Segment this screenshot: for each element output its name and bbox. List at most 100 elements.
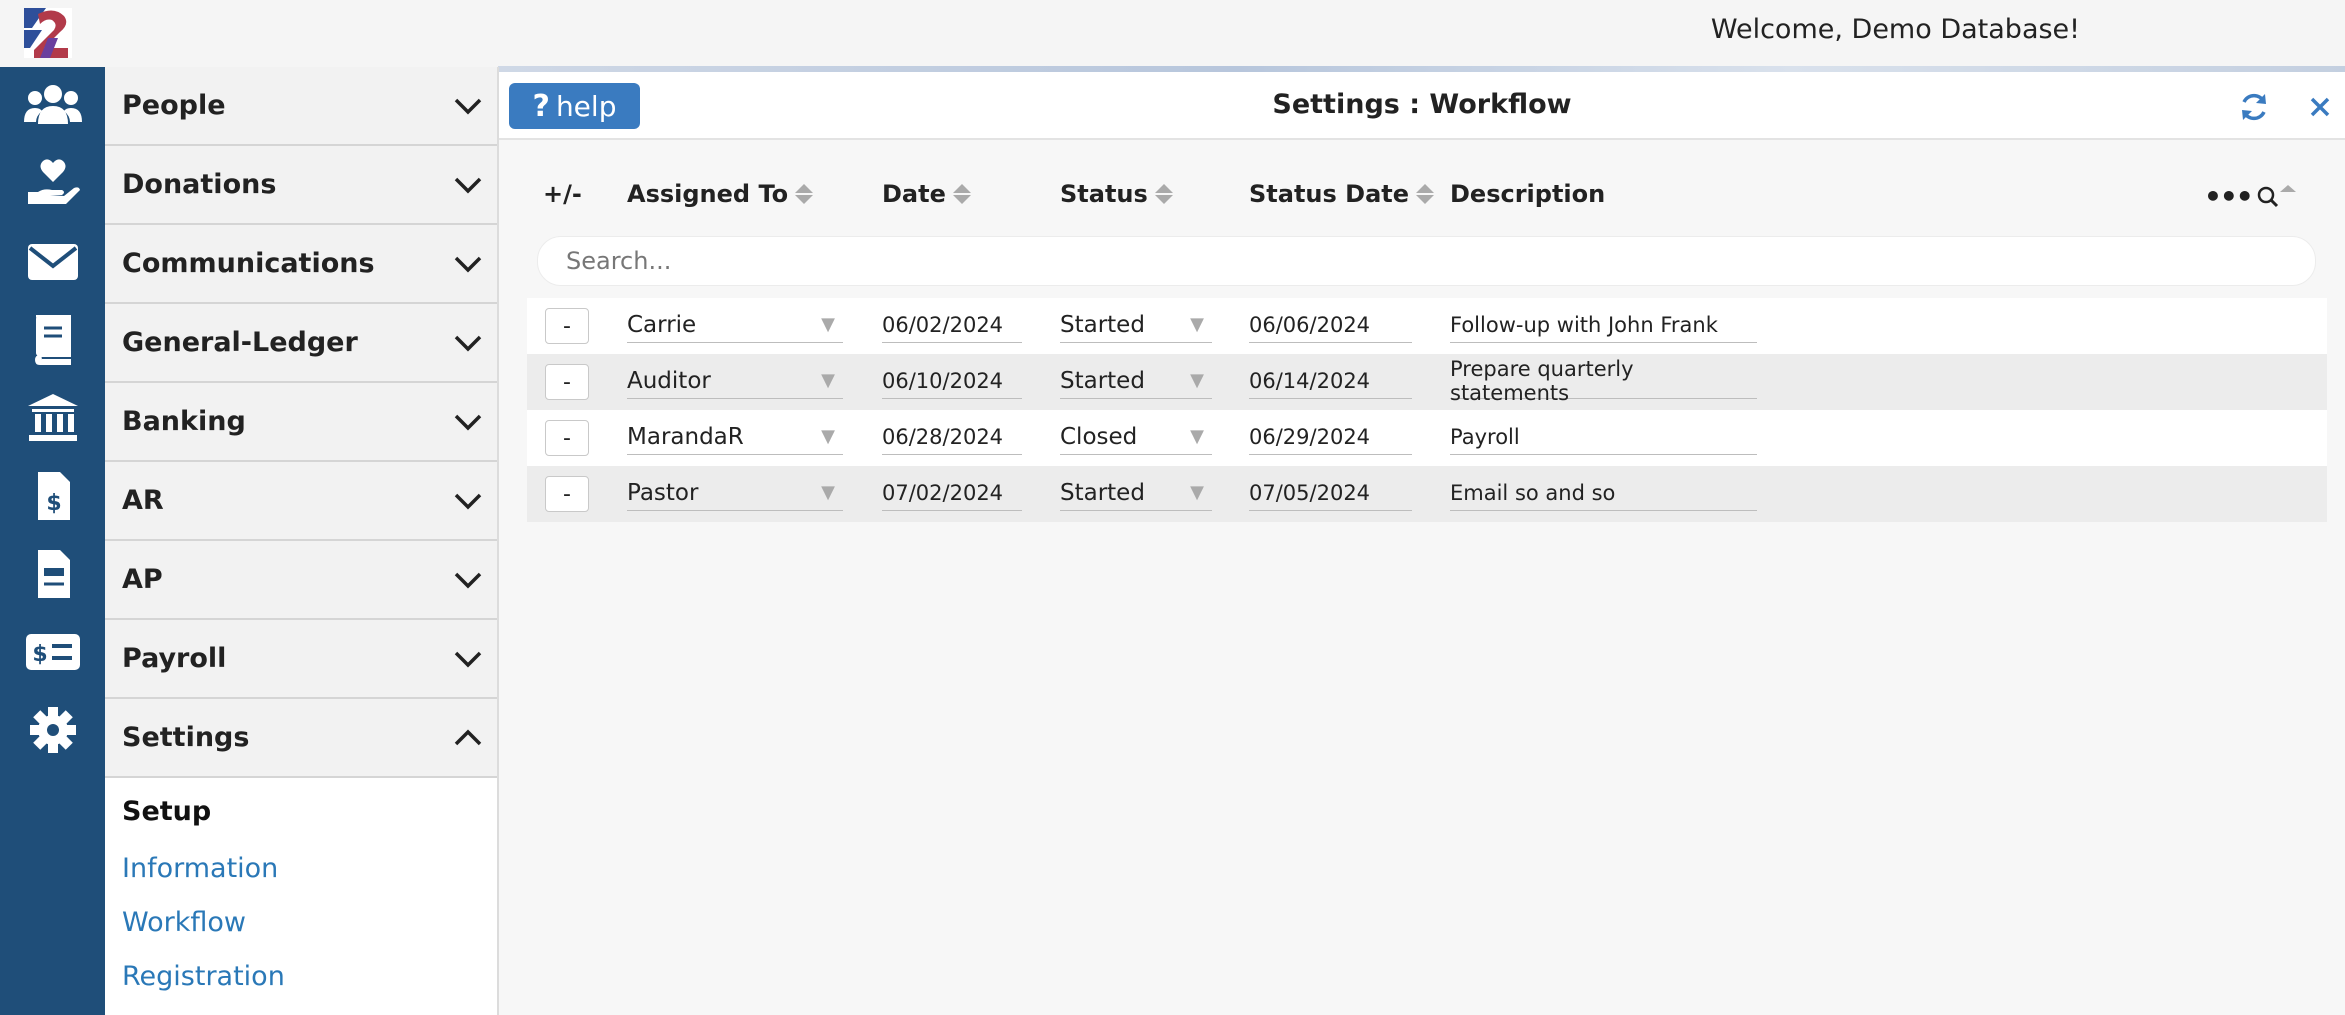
rail-payroll-button[interactable]: $ (0, 613, 105, 691)
nav-item-label: AP (122, 564, 163, 595)
refresh-icon[interactable] (2237, 90, 2271, 124)
search-toggle-icon[interactable] (2257, 182, 2297, 208)
col-header-status[interactable]: Status (1060, 180, 1174, 208)
dropdown-caret-icon: ▼ (821, 426, 835, 447)
col-header-date[interactable]: Date (882, 180, 972, 208)
close-icon[interactable] (2303, 90, 2337, 124)
nav-item-label: General-Ledger (122, 327, 358, 358)
nav-link-workflow[interactable]: Workflow (122, 907, 497, 938)
description-field[interactable]: Payroll (1450, 419, 1757, 455)
more-options-icon[interactable]: ••• (2204, 180, 2254, 213)
assigned-to-select[interactable]: MarandaR ▼ (627, 419, 843, 455)
rail-donations-button[interactable] (0, 145, 105, 223)
nav-link-registration[interactable]: Registration (122, 961, 497, 992)
assigned-to-select[interactable]: Auditor ▼ (627, 363, 843, 399)
dropdown-caret-icon: ▼ (821, 314, 835, 335)
ap-icon (37, 550, 70, 598)
nav-item-label: Communications (122, 248, 375, 279)
table-row: - Pastor ▼ 07/02/2024 Started ▼ 07/05/20… (527, 466, 2327, 522)
nav-item-donations[interactable]: Donations (105, 146, 497, 225)
svg-text:$: $ (46, 491, 61, 516)
dropdown-caret-icon: ▼ (821, 482, 835, 503)
ledger-icon (34, 315, 71, 365)
remove-row-button[interactable]: - (545, 364, 589, 400)
rail-communications-button[interactable] (0, 223, 105, 301)
sort-icon (795, 184, 814, 204)
chevron-down-icon (454, 98, 482, 114)
rail-general-ledger-button[interactable] (0, 301, 105, 379)
top-bar: Welcome, Demo Database! (0, 0, 2345, 67)
search-box (537, 236, 2316, 286)
col-header-plusminus[interactable]: +/- (543, 180, 582, 208)
status-select[interactable]: Started ▼ (1060, 307, 1212, 343)
status-select[interactable]: Started ▼ (1060, 363, 1212, 399)
nav-item-label: People (122, 90, 226, 121)
col-header-assigned-to[interactable]: Assigned To (627, 180, 814, 208)
assigned-to-value: Auditor (627, 367, 711, 394)
nav-item-ap[interactable]: AP (105, 541, 497, 620)
date-field[interactable]: 06/02/2024 (882, 307, 1022, 343)
status-date-field[interactable]: 06/29/2024 (1249, 419, 1412, 455)
assigned-to-select[interactable]: Pastor ▼ (627, 475, 843, 511)
chevron-down-icon (454, 493, 482, 509)
col-header-status-date[interactable]: Status Date (1249, 180, 1435, 208)
accordion-nav: People Donations Communications General-… (105, 67, 499, 1015)
nav-item-payroll[interactable]: Payroll (105, 620, 497, 699)
search-input[interactable] (538, 237, 2315, 285)
app-logo[interactable] (24, 8, 72, 58)
chevron-down-icon (454, 177, 482, 193)
chevron-up-icon (454, 729, 482, 745)
page-title: Settings : Workflow (1272, 89, 1572, 120)
nav-link-information[interactable]: Information (122, 853, 497, 884)
status-date-field[interactable]: 07/05/2024 (1249, 475, 1412, 511)
nav-item-people[interactable]: People (105, 67, 497, 146)
status-value: Started (1060, 367, 1145, 394)
rail-people-button[interactable] (0, 67, 105, 145)
nav-item-ar[interactable]: AR (105, 462, 497, 541)
table-row: - MarandaR ▼ 06/28/2024 Closed ▼ 06/29/2… (527, 410, 2327, 466)
chevron-down-icon (454, 414, 482, 430)
assigned-to-value: MarandaR (627, 423, 744, 450)
date-field[interactable]: 07/02/2024 (882, 475, 1022, 511)
nav-item-label: Donations (122, 169, 277, 200)
remove-row-button[interactable]: - (545, 308, 589, 344)
description-field[interactable]: Email so and so (1450, 475, 1757, 511)
assigned-to-select[interactable]: Carrie ▼ (627, 307, 843, 343)
date-field[interactable]: 06/28/2024 (882, 419, 1022, 455)
rail-ar-button[interactable]: $ (0, 457, 105, 535)
remove-row-button[interactable]: - (545, 476, 589, 512)
dropdown-caret-icon: ▼ (1190, 314, 1204, 335)
nav-item-label: AR (122, 485, 164, 516)
welcome-text: Welcome, Demo Database! (1710, 14, 2080, 45)
banking-icon (27, 394, 78, 441)
payroll-icon: $ (25, 634, 80, 670)
col-header-label: Status (1060, 180, 1148, 208)
sort-icon (1154, 184, 1173, 204)
status-select[interactable]: Closed ▼ (1060, 419, 1212, 455)
nav-item-general-ledger[interactable]: General-Ledger (105, 304, 497, 383)
workflow-rows: - Carrie ▼ 06/02/2024 Started ▼ 06/06/20… (527, 298, 2327, 522)
status-date-field[interactable]: 06/14/2024 (1249, 363, 1412, 399)
submenu-title-setup: Setup (122, 796, 212, 827)
date-field[interactable]: 06/10/2024 (882, 363, 1022, 399)
status-date-field[interactable]: 06/06/2024 (1249, 307, 1412, 343)
rail-settings-button[interactable] (0, 691, 105, 769)
rail-ap-button[interactable] (0, 535, 105, 613)
description-field[interactable]: Prepare quarterly statements (1450, 357, 1757, 405)
nav-item-communications[interactable]: Communications (105, 225, 497, 304)
description-field[interactable]: Follow-up with John Frank (1450, 307, 1757, 343)
settings-icon (29, 707, 76, 753)
status-select[interactable]: Started ▼ (1060, 475, 1212, 511)
communications-icon (27, 244, 78, 280)
col-header-description[interactable]: Description (1450, 180, 1605, 208)
nav-item-banking[interactable]: Banking (105, 383, 497, 462)
dropdown-caret-icon: ▼ (1190, 370, 1204, 391)
people-icon (23, 85, 82, 124)
nav-item-settings[interactable]: Settings (105, 699, 497, 778)
col-header-label: Date (882, 180, 946, 208)
nav-item-label: Settings (122, 722, 250, 753)
rail-banking-button[interactable] (0, 379, 105, 457)
chevron-down-icon (454, 572, 482, 588)
remove-row-button[interactable]: - (545, 420, 589, 456)
status-value: Started (1060, 479, 1145, 506)
